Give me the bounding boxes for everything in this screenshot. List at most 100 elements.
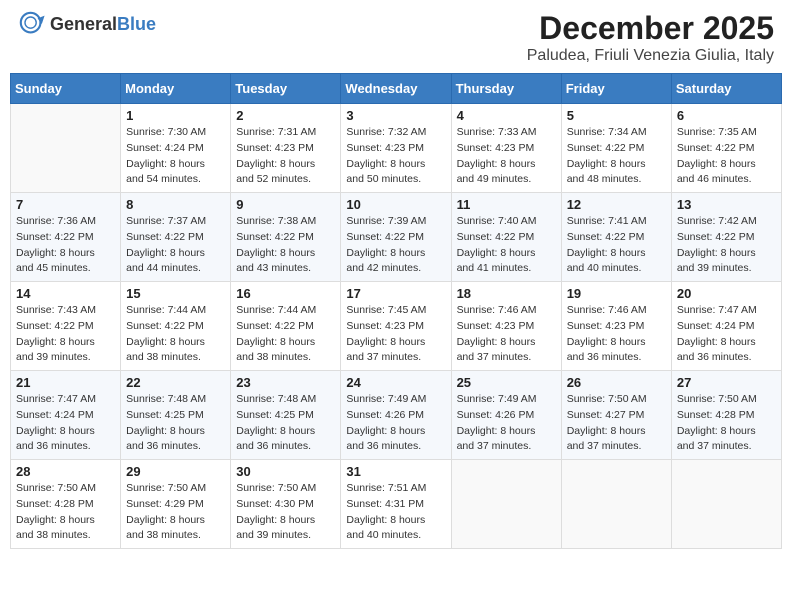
day-info: Sunrise: 7:44 AMSunset: 4:22 PMDaylight:…	[236, 303, 335, 366]
calendar-cell: 26 Sunrise: 7:50 AMSunset: 4:27 PMDayligh…	[561, 371, 671, 460]
calendar-cell: 18 Sunrise: 7:46 AMSunset: 4:23 PMDayligh…	[451, 282, 561, 371]
calendar-cell: 31Sunrise: 7:51 AMSunset: 4:31 PMDayligh…	[341, 460, 451, 549]
calendar-cell: 21 Sunrise: 7:47 AMSunset: 4:24 PMDayligh…	[11, 371, 121, 460]
day-header-friday: Friday	[561, 74, 671, 104]
calendar-week-4: 28 Sunrise: 7:50 AMSunset: 4:28 PMDayligh…	[11, 460, 782, 549]
day-info: Sunrise: 7:36 AMSunset: 4:22 PMDaylight:…	[16, 214, 115, 277]
day-info: Sunrise: 7:35 AMSunset: 4:22 PMDaylight:…	[677, 125, 776, 188]
day-number: 18	[457, 286, 556, 301]
day-number: 30	[236, 464, 335, 479]
day-info: Sunrise: 7:48 AMSunset: 4:25 PMDaylight:…	[236, 392, 335, 455]
month-title: December 2025	[527, 10, 774, 47]
day-info: Sunrise: 7:31 AMSunset: 4:23 PMDaylight:…	[236, 125, 335, 188]
day-number: 4	[457, 108, 556, 123]
calendar-week-0: 1 Sunrise: 7:30 AMSunset: 4:24 PMDaylight…	[11, 104, 782, 193]
day-header-saturday: Saturday	[671, 74, 781, 104]
day-number: 24	[346, 375, 445, 390]
day-header-thursday: Thursday	[451, 74, 561, 104]
day-number: 3	[346, 108, 445, 123]
calendar-cell: 16 Sunrise: 7:44 AMSunset: 4:22 PMDayligh…	[231, 282, 341, 371]
title-area: December 2025 Paludea, Friuli Venezia Gi…	[527, 10, 774, 65]
day-number: 19	[567, 286, 666, 301]
day-info: Sunrise: 7:49 AMSunset: 4:26 PMDaylight:…	[346, 392, 445, 455]
calendar-cell: 3 Sunrise: 7:32 AMSunset: 4:23 PMDaylight…	[341, 104, 451, 193]
calendar-cell: 9Sunrise: 7:38 AMSunset: 4:22 PMDaylight…	[231, 193, 341, 282]
day-number: 12	[567, 197, 666, 212]
day-number: 1	[126, 108, 225, 123]
calendar-week-3: 21 Sunrise: 7:47 AMSunset: 4:24 PMDayligh…	[11, 371, 782, 460]
logo: GeneralBlue	[18, 10, 156, 38]
day-info: Sunrise: 7:30 AMSunset: 4:24 PMDaylight:…	[126, 125, 225, 188]
day-number: 29	[126, 464, 225, 479]
calendar-cell: 20 Sunrise: 7:47 AMSunset: 4:24 PMDayligh…	[671, 282, 781, 371]
day-number: 21	[16, 375, 115, 390]
day-info: Sunrise: 7:32 AMSunset: 4:23 PMDaylight:…	[346, 125, 445, 188]
calendar-cell: 8 Sunrise: 7:37 AMSunset: 4:22 PMDaylight…	[121, 193, 231, 282]
day-number: 7	[16, 197, 115, 212]
day-header-sunday: Sunday	[11, 74, 121, 104]
day-info: Sunrise: 7:46 AMSunset: 4:23 PMDaylight:…	[567, 303, 666, 366]
day-info: Sunrise: 7:42 AMSunset: 4:22 PMDaylight:…	[677, 214, 776, 277]
location-title: Paludea, Friuli Venezia Giulia, Italy	[527, 47, 774, 65]
day-header-monday: Monday	[121, 74, 231, 104]
calendar-cell	[11, 104, 121, 193]
calendar-cell: 10 Sunrise: 7:39 AMSunset: 4:22 PMDayligh…	[341, 193, 451, 282]
day-info: Sunrise: 7:47 AMSunset: 4:24 PMDaylight:…	[16, 392, 115, 455]
day-number: 14	[16, 286, 115, 301]
logo-text: GeneralBlue	[50, 14, 156, 35]
day-number: 11	[457, 197, 556, 212]
calendar-cell: 24 Sunrise: 7:49 AMSunset: 4:26 PMDayligh…	[341, 371, 451, 460]
calendar-cell: 29 Sunrise: 7:50 AMSunset: 4:29 PMDayligh…	[121, 460, 231, 549]
day-number: 28	[16, 464, 115, 479]
calendar-cell: 17 Sunrise: 7:45 AMSunset: 4:23 PMDayligh…	[341, 282, 451, 371]
calendar-cell: 2Sunrise: 7:31 AMSunset: 4:23 PMDaylight…	[231, 104, 341, 193]
day-info: Sunrise: 7:48 AMSunset: 4:25 PMDaylight:…	[126, 392, 225, 455]
day-info: Sunrise: 7:46 AMSunset: 4:23 PMDaylight:…	[457, 303, 556, 366]
day-number: 6	[677, 108, 776, 123]
day-number: 17	[346, 286, 445, 301]
calendar-cell: 5 Sunrise: 7:34 AMSunset: 4:22 PMDaylight…	[561, 104, 671, 193]
calendar-cell: 1 Sunrise: 7:30 AMSunset: 4:24 PMDaylight…	[121, 104, 231, 193]
calendar-cell	[671, 460, 781, 549]
calendar-cell: 28 Sunrise: 7:50 AMSunset: 4:28 PMDayligh…	[11, 460, 121, 549]
day-number: 31	[346, 464, 445, 479]
calendar-cell: 11Sunrise: 7:40 AMSunset: 4:22 PMDayligh…	[451, 193, 561, 282]
calendar-cell: 7 Sunrise: 7:36 AMSunset: 4:22 PMDaylight…	[11, 193, 121, 282]
calendar-cell: 22Sunrise: 7:48 AMSunset: 4:25 PMDayligh…	[121, 371, 231, 460]
logo-blue: Blue	[117, 14, 156, 34]
calendar-cell: 30 Sunrise: 7:50 AMSunset: 4:30 PMDayligh…	[231, 460, 341, 549]
day-number: 5	[567, 108, 666, 123]
day-info: Sunrise: 7:33 AMSunset: 4:23 PMDaylight:…	[457, 125, 556, 188]
header: GeneralBlue December 2025 Paludea, Friul…	[10, 10, 782, 65]
day-header-tuesday: Tuesday	[231, 74, 341, 104]
calendar-cell: 15 Sunrise: 7:44 AMSunset: 4:22 PMDayligh…	[121, 282, 231, 371]
day-info: Sunrise: 7:39 AMSunset: 4:22 PMDaylight:…	[346, 214, 445, 277]
calendar-cell: 13Sunrise: 7:42 AMSunset: 4:22 PMDayligh…	[671, 193, 781, 282]
calendar: SundayMondayTuesdayWednesdayThursdayFrid…	[10, 73, 782, 549]
day-info: Sunrise: 7:50 AMSunset: 4:30 PMDaylight:…	[236, 481, 335, 544]
day-number: 26	[567, 375, 666, 390]
day-number: 16	[236, 286, 335, 301]
logo-icon	[18, 10, 46, 38]
calendar-cell: 6 Sunrise: 7:35 AMSunset: 4:22 PMDaylight…	[671, 104, 781, 193]
day-number: 10	[346, 197, 445, 212]
day-info: Sunrise: 7:50 AMSunset: 4:29 PMDaylight:…	[126, 481, 225, 544]
day-number: 15	[126, 286, 225, 301]
day-info: Sunrise: 7:34 AMSunset: 4:22 PMDaylight:…	[567, 125, 666, 188]
calendar-week-2: 14Sunrise: 7:43 AMSunset: 4:22 PMDayligh…	[11, 282, 782, 371]
day-number: 27	[677, 375, 776, 390]
day-number: 9	[236, 197, 335, 212]
day-info: Sunrise: 7:44 AMSunset: 4:22 PMDaylight:…	[126, 303, 225, 366]
calendar-cell	[561, 460, 671, 549]
day-number: 8	[126, 197, 225, 212]
day-info: Sunrise: 7:41 AMSunset: 4:22 PMDaylight:…	[567, 214, 666, 277]
day-header-wednesday: Wednesday	[341, 74, 451, 104]
day-info: Sunrise: 7:45 AMSunset: 4:23 PMDaylight:…	[346, 303, 445, 366]
day-info: Sunrise: 7:50 AMSunset: 4:27 PMDaylight:…	[567, 392, 666, 455]
day-number: 25	[457, 375, 556, 390]
day-info: Sunrise: 7:47 AMSunset: 4:24 PMDaylight:…	[677, 303, 776, 366]
calendar-cell: 25Sunrise: 7:49 AMSunset: 4:26 PMDayligh…	[451, 371, 561, 460]
day-info: Sunrise: 7:37 AMSunset: 4:22 PMDaylight:…	[126, 214, 225, 277]
day-number: 20	[677, 286, 776, 301]
day-info: Sunrise: 7:50 AMSunset: 4:28 PMDaylight:…	[16, 481, 115, 544]
